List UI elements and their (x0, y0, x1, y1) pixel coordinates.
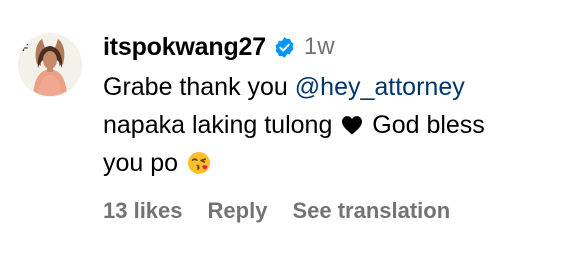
reply-button[interactable]: Reply (208, 198, 268, 224)
svg-text:F: F (22, 43, 28, 54)
comment-text-segment: God bless (365, 111, 485, 139)
likes-count-button[interactable]: 13 likes (103, 198, 183, 224)
comment-text-segment: Grabe thank you (103, 73, 295, 101)
username[interactable]: itspokwang27 (103, 33, 266, 62)
heart-icon (341, 108, 363, 135)
mention-link[interactable]: @hey_attorney (295, 73, 465, 101)
comment-text: Grabe thank you @hey_attorney napaka lak… (103, 68, 553, 182)
comment-line-1: Grabe thank you @hey_attorney (103, 68, 553, 106)
timestamp[interactable]: 1w (304, 33, 335, 61)
comment-line-2: napaka laking tulong God bless (103, 106, 553, 144)
kissing-face-emoji-icon (187, 148, 211, 174)
see-translation-button[interactable]: See translation (292, 198, 450, 224)
avatar[interactable]: F (19, 34, 81, 96)
avatar-image: F (19, 34, 81, 96)
comment-header: itspokwang27 1w (103, 30, 335, 64)
comment: F itspokwang27 1w Grabe thank you @hey_a… (0, 0, 566, 256)
comment-text-segment: napaka laking tulong (103, 111, 340, 139)
comment-line-3: you po (103, 144, 553, 182)
comment-actions: 13 likes Reply See translation (103, 196, 450, 226)
comment-text-segment: you po (103, 149, 186, 177)
verified-badge-icon (273, 36, 296, 59)
